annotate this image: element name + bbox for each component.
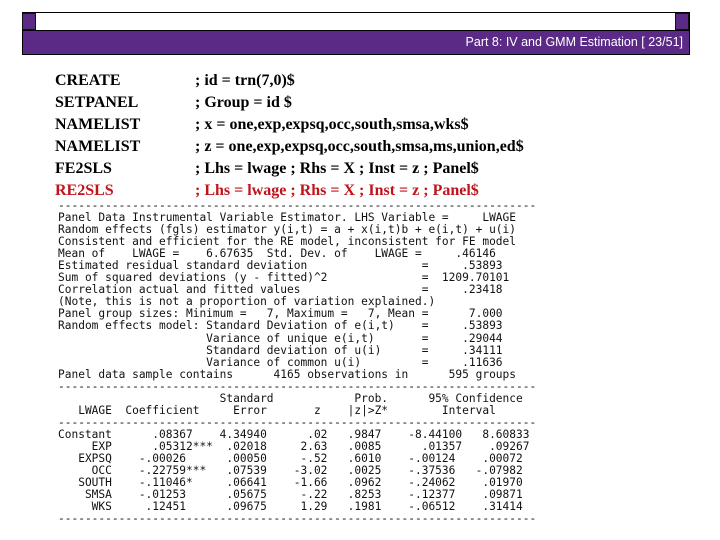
command-keyword: CREATE (55, 72, 121, 89)
corner-square-left (22, 13, 36, 30)
corner-square-right (675, 13, 689, 30)
command-arguments: ; Lhs = lwage ; Rhs = X ; Inst = z ; Pan… (195, 160, 479, 177)
command-keyword: NAMELIST (55, 138, 141, 155)
command-keyword: NAMELIST (55, 116, 141, 133)
output-line: Standard Prob. 95% Confidence (58, 391, 523, 405)
output-line: Variance of unique e(i,t) = .29044 (58, 331, 503, 345)
output-line: ----------------------------------------… (58, 379, 537, 393)
slide-header: Part 8: IV and GMM Estimation [ 23/51] (22, 30, 690, 55)
command-keyword: FE2SLS (55, 160, 112, 177)
command-arguments: ; id = trn(7,0)$ (195, 72, 295, 89)
command-arguments: ; z = one,exp,expsq,occ,south,smsa,ms,un… (195, 138, 524, 155)
output-line: Variance of common u(i) = .11636 (58, 355, 503, 369)
output-line: Random effects model: Standard Deviation… (58, 319, 503, 333)
command-keyword: SETPANEL (55, 94, 139, 111)
output-line: Panel data sample contains 4165 observat… (58, 367, 517, 381)
slide-top-frame (22, 12, 690, 31)
command-arguments: ; Group = id $ (195, 94, 292, 111)
output-line: Standard deviation of u(i) = .34111 (58, 343, 503, 357)
slide-title: Part 8: IV and GMM Estimation [ 23/51] (465, 35, 683, 49)
output-line: ----------------------------------------… (58, 512, 537, 526)
regression-output: ----------------------------------------… (58, 199, 537, 526)
command-arguments: ; x = one,exp,expsq,occ,south,smsa,wks$ (195, 116, 469, 133)
